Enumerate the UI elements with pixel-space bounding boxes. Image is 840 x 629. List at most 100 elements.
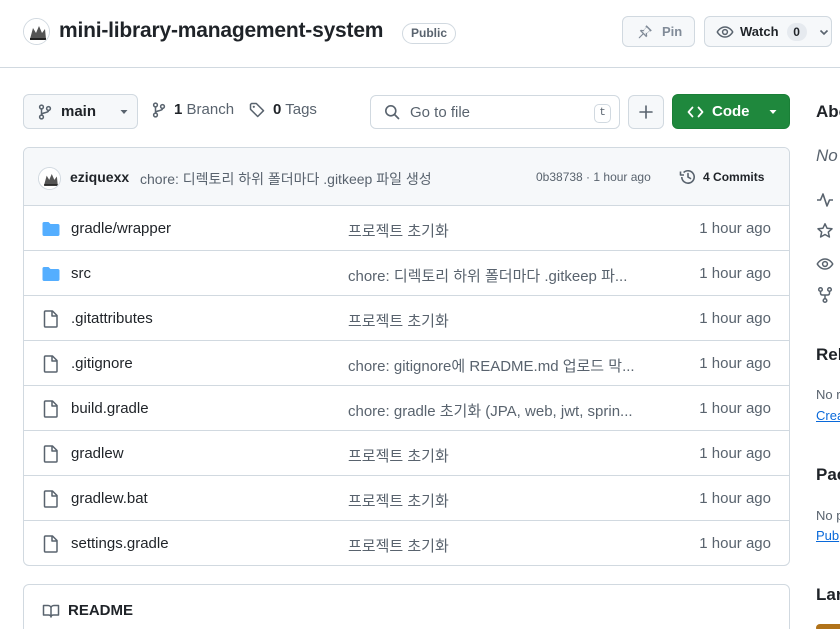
- commits-history-link[interactable]: 4 Commits: [679, 168, 764, 186]
- file-row[interactable]: .gitattributes 프로젝트 초기화 1 hour ago: [24, 296, 789, 341]
- code-label: Code: [712, 103, 750, 120]
- eye-icon: [716, 25, 734, 38]
- file-commit-time: 1 hour ago: [699, 355, 771, 372]
- commit-author-avatar[interactable]: [38, 167, 61, 190]
- commit-meta: 0b38738 · 1 hour ago: [536, 169, 651, 185]
- file-icon: [41, 534, 61, 554]
- commits-count: 4: [703, 170, 710, 184]
- triangle-down-icon: [120, 109, 128, 114]
- file-commit-message[interactable]: 프로젝트 초기화: [348, 490, 638, 511]
- git-branch-icon: [152, 101, 166, 118]
- commits-label: Commits: [713, 170, 765, 184]
- file-commit-time: 1 hour ago: [699, 490, 771, 507]
- fork-icon[interactable]: [816, 286, 834, 304]
- keyboard-shortcut-hint: t: [594, 104, 611, 123]
- history-icon: [679, 170, 695, 184]
- commit-separator: ·: [582, 170, 594, 184]
- tag-label: Tags: [285, 101, 317, 118]
- tag-count: 0: [273, 101, 282, 118]
- file-name[interactable]: build.gradle: [71, 400, 149, 417]
- pin-icon: [638, 24, 652, 38]
- branch-label: Branch: [186, 101, 235, 118]
- tag-icon: [249, 102, 265, 117]
- commit-message[interactable]: chore: 디렉토리 하위 폴더마다 .gitkeep 파일 생성: [140, 169, 432, 189]
- code-icon: [687, 106, 704, 117]
- triangle-down-icon: [769, 109, 776, 114]
- file-commit-time: 1 hour ago: [699, 265, 771, 282]
- releases-heading: Rel: [816, 345, 840, 364]
- file-name[interactable]: gradlew.bat: [71, 490, 148, 507]
- file-commit-message[interactable]: 프로젝트 초기화: [348, 220, 638, 241]
- file-commit-time: 1 hour ago: [699, 445, 771, 462]
- branch-name: main: [61, 103, 97, 120]
- file-commit-time: 1 hour ago: [699, 400, 771, 417]
- file-commit-message[interactable]: chore: gitignore에 README.md 업로드 막...: [348, 355, 638, 376]
- publish-package-link[interactable]: Pub: [816, 528, 839, 543]
- book-icon: [42, 604, 60, 618]
- file-commit-message[interactable]: chore: 디렉토리 하위 폴더마다 .gitkeep 파...: [348, 265, 638, 286]
- commit-author[interactable]: eziquexx: [70, 169, 129, 185]
- file-row[interactable]: build.gradle chore: gradle 초기화 (JPA, web,…: [24, 386, 789, 431]
- go-to-file-input[interactable]: [410, 103, 580, 121]
- create-release-link[interactable]: Crea: [816, 408, 840, 423]
- language-bar: [816, 624, 840, 629]
- file-name[interactable]: src: [71, 265, 91, 282]
- file-commit-message[interactable]: chore: gradle 초기화 (JPA, web, jwt, sprin.…: [348, 400, 638, 421]
- file-name[interactable]: .gitignore: [71, 355, 133, 372]
- branch-selector[interactable]: main: [23, 94, 138, 129]
- visibility-badge: Public: [402, 23, 457, 44]
- file-browser: eziquexx chore: 디렉토리 하위 폴더마다 .gitkeep 파일…: [23, 147, 790, 566]
- file-commit-message[interactable]: 프로젝트 초기화: [348, 310, 638, 331]
- star-icon[interactable]: [816, 222, 834, 240]
- avatar-image: [24, 19, 49, 44]
- eye-icon[interactable]: [816, 255, 834, 273]
- git-branch-icon: [38, 103, 52, 120]
- file-icon: [41, 444, 61, 464]
- file-name[interactable]: .gitattributes: [71, 310, 153, 327]
- pin-label: Pin: [662, 24, 683, 39]
- search-icon: [385, 105, 400, 120]
- commit-time: 1 hour ago: [593, 170, 651, 184]
- file-icon: [41, 399, 61, 419]
- repo-sidebar: Abo No Rel No r Crea Pac No p Pub Lan: [816, 0, 840, 629]
- folder-icon: [41, 264, 61, 284]
- file-commit-message[interactable]: 프로젝트 초기화: [348, 535, 638, 556]
- branch-count: 1: [174, 101, 183, 118]
- readme-tab[interactable]: README: [42, 602, 133, 619]
- watch-count: 0: [786, 22, 807, 41]
- watch-button[interactable]: Watch 0: [704, 16, 832, 47]
- file-commit-time: 1 hour ago: [699, 310, 771, 327]
- branches-link[interactable]: 1 Branch: [152, 101, 234, 118]
- commit-hash[interactable]: 0b38738: [536, 170, 583, 184]
- go-to-file-search[interactable]: t: [370, 95, 620, 129]
- file-name[interactable]: settings.gradle: [71, 535, 169, 552]
- repo-header: mini-library-management-system Public Pi…: [0, 0, 840, 68]
- packages-heading: Pac: [816, 465, 840, 484]
- avatar-image: [39, 168, 60, 189]
- owner-avatar[interactable]: [23, 18, 50, 45]
- tags-link[interactable]: 0 Tags: [249, 101, 317, 118]
- file-name[interactable]: gradlew: [71, 445, 124, 462]
- about-heading: Abo: [816, 102, 840, 121]
- file-row[interactable]: src chore: 디렉토리 하위 폴더마다 .gitkeep 파... 1 ho…: [24, 251, 789, 296]
- file-icon: [41, 354, 61, 374]
- add-file-button[interactable]: [628, 95, 664, 129]
- repo-name[interactable]: mini-library-management-system: [59, 19, 383, 43]
- file-commit-message[interactable]: 프로젝트 초기화: [348, 445, 638, 466]
- plus-icon: [639, 105, 653, 119]
- code-button[interactable]: Code: [672, 94, 790, 129]
- pin-button[interactable]: Pin: [622, 16, 695, 47]
- activity-icon: [817, 193, 833, 207]
- readme-label: README: [68, 602, 134, 619]
- file-row[interactable]: settings.gradle 프로젝트 초기화 1 hour ago: [24, 521, 789, 565]
- file-icon: [41, 309, 61, 329]
- file-commit-time: 1 hour ago: [699, 535, 771, 552]
- file-name[interactable]: gradle/wrapper: [71, 220, 171, 237]
- file-row[interactable]: gradle/wrapper 프로젝트 초기화 1 hour ago: [24, 206, 789, 251]
- file-row[interactable]: gradlew 프로젝트 초기화 1 hour ago: [24, 431, 789, 476]
- file-row[interactable]: .gitignore chore: gitignore에 README.md 업로…: [24, 341, 789, 386]
- file-commit-time: 1 hour ago: [699, 220, 771, 237]
- file-row[interactable]: gradlew.bat 프로젝트 초기화 1 hour ago: [24, 476, 789, 521]
- readme-panel: README: [23, 584, 790, 629]
- releases-text: No r: [816, 387, 840, 402]
